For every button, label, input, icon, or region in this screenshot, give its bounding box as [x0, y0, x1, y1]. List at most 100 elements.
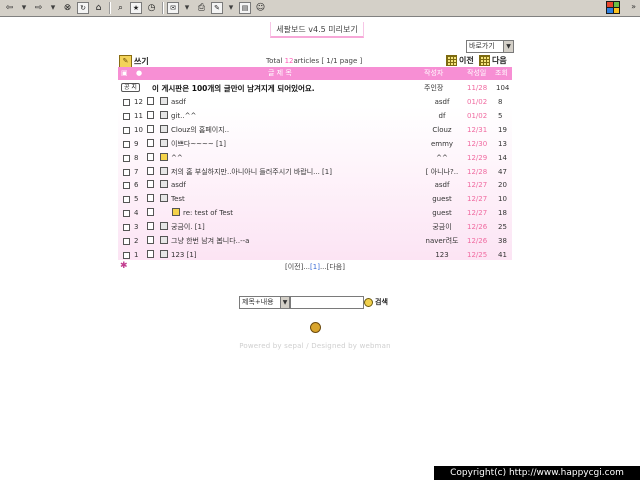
edit-icon[interactable]: ✎: [211, 2, 223, 14]
pager-next[interactable]: ...[다음]: [320, 263, 345, 271]
row-checkbox[interactable]: [123, 112, 130, 120]
post-icon: [160, 166, 168, 179]
row-title[interactable]: re: test of Test: [183, 207, 421, 220]
row-views: 38: [498, 237, 507, 245]
row-author[interactable]: 궁금이: [418, 221, 466, 234]
notice-row[interactable]: 공 지 이 게시판은 100개의 글만이 남겨지게 되어있어요. 주인장 11/…: [118, 82, 512, 95]
row-checkbox[interactable]: [123, 238, 130, 245]
table-row[interactable]: 10 Clouz의 홈페이지.. Clouz 12/31 19: [118, 124, 512, 137]
row-date: 12/28: [467, 167, 488, 176]
forward-dropdown-icon[interactable]: ▾: [48, 2, 58, 15]
row-number: 8: [134, 153, 139, 162]
row-number: 12: [134, 98, 143, 106]
jump-select-value: 바로가기: [469, 42, 495, 50]
row-author[interactable]: Clouz: [418, 124, 466, 137]
pager-prev[interactable]: [이전]...: [285, 263, 310, 271]
post-icon: [160, 179, 168, 192]
row-title[interactable]: 저의 홈 부실하지만..아니아니 들러주시기 바랍니... [1]: [171, 166, 421, 179]
document-icon: [147, 152, 154, 165]
favorites-icon[interactable]: ★: [130, 2, 142, 14]
row-author[interactable]: 123: [418, 249, 466, 262]
history-icon[interactable]: ◷: [145, 2, 158, 15]
prev-page-button[interactable]: 이전: [446, 55, 474, 66]
row-title[interactable]: Clouz의 홈페이지..: [171, 124, 421, 137]
pager-current[interactable]: [1]: [310, 263, 320, 271]
row-checkbox[interactable]: [123, 224, 130, 232]
search-icon[interactable]: ⌕: [114, 2, 127, 15]
row-checkbox[interactable]: [123, 99, 130, 106]
table-row[interactable]: 2 그냥 한번 남겨 봅니다..--a naver려도 12/26 38: [118, 235, 512, 248]
row-author[interactable]: naver려도: [418, 235, 466, 248]
search-field-select[interactable]: 제목+내용 ▼: [239, 296, 290, 309]
next-page-button[interactable]: 다음: [479, 55, 507, 66]
toolbar-separator: [109, 2, 111, 14]
row-checkbox[interactable]: [123, 168, 130, 176]
table-row[interactable]: 11 git..^^ df 01/02 5: [118, 110, 512, 123]
total-count: 12: [284, 57, 294, 65]
search-button[interactable]: 검색: [364, 297, 388, 307]
jump-select[interactable]: 바로가기 ▼: [466, 40, 514, 53]
table-row[interactable]: 1 123 [1] 123 12/25 41: [118, 249, 512, 262]
messenger-icon[interactable]: ☺: [254, 2, 267, 15]
row-title[interactable]: 123 [1]: [171, 249, 421, 262]
select-all-icon[interactable]: ▣: [121, 67, 128, 80]
refresh-icon[interactable]: ↻: [77, 2, 89, 14]
row-title[interactable]: 이쁘다~~~~ [1]: [171, 138, 421, 151]
mail-dropdown-icon[interactable]: ▾: [182, 2, 192, 15]
board-logo-icon[interactable]: [310, 322, 321, 333]
forward-icon[interactable]: ⇨: [32, 2, 45, 15]
row-title[interactable]: 궁금이. [1]: [171, 221, 421, 234]
toolbar-overflow-icon[interactable]: »: [631, 2, 636, 11]
row-checkbox[interactable]: [123, 196, 130, 204]
notice-title[interactable]: 이 게시판은 100개의 글만이 남겨지게 되어있어요.: [152, 82, 412, 95]
document-icon: [147, 207, 154, 220]
home-icon[interactable]: ⌂: [92, 2, 105, 15]
sort-icon[interactable]: ●: [136, 67, 142, 80]
search-field-value: 제목+내용: [242, 298, 274, 306]
print-icon[interactable]: ⎙: [195, 2, 208, 15]
edit-dropdown-icon[interactable]: ▾: [226, 2, 236, 15]
stop-icon[interactable]: ⊗: [61, 2, 74, 15]
row-title[interactable]: ^^: [171, 152, 421, 165]
row-title[interactable]: asdf: [171, 96, 421, 109]
row-title[interactable]: git..^^: [171, 110, 421, 123]
row-author[interactable]: df: [418, 110, 466, 123]
table-row[interactable]: 5 Test guest 12/27 10: [118, 193, 512, 206]
row-author[interactable]: asdf: [418, 179, 466, 192]
row-title[interactable]: 그냥 한번 남겨 봅니다..--a: [171, 235, 421, 248]
discuss-icon[interactable]: ▤: [239, 2, 251, 14]
row-author[interactable]: [ 아니나?..: [418, 166, 466, 179]
notice-date: 11/28: [467, 84, 488, 92]
row-date: 12/26: [467, 237, 488, 245]
table-row[interactable]: 4 re: test of Test guest 12/27 18: [118, 207, 512, 220]
mail-icon[interactable]: ✉: [167, 2, 179, 14]
table-row[interactable]: 7 저의 홈 부실하지만..아니아니 들러주시기 바랍니... [1][ 아니나?…: [118, 166, 512, 179]
row-title[interactable]: Test: [171, 193, 421, 206]
chevron-down-icon[interactable]: ▼: [280, 297, 289, 308]
row-author[interactable]: ^^: [418, 152, 466, 165]
row-title[interactable]: asdf: [171, 179, 421, 192]
row-checkbox[interactable]: [123, 154, 130, 162]
row-views: 14: [498, 153, 507, 162]
back-dropdown-icon[interactable]: ▾: [19, 2, 29, 15]
table-row[interactable]: 3 궁금이. [1] 궁금이 12/26 25: [118, 221, 512, 234]
row-checkbox[interactable]: [123, 126, 130, 134]
table-row[interactable]: 12 asdf asdf 01/02 8: [118, 96, 512, 109]
row-checkbox[interactable]: [123, 140, 130, 148]
table-row[interactable]: 9 이쁘다~~~~ [1] emmy 12/30 13: [118, 138, 512, 151]
row-author[interactable]: asdf: [418, 96, 466, 109]
search-input[interactable]: [290, 296, 364, 309]
row-checkbox[interactable]: [123, 210, 130, 218]
pagination: [이전]...[1]...[다음]: [118, 262, 512, 272]
notice-badge: 공 지: [121, 82, 140, 95]
back-icon[interactable]: ⇦: [3, 2, 16, 15]
table-row[interactable]: 6 asdf asdf 12/27 20: [118, 179, 512, 192]
row-checkbox[interactable]: [123, 182, 130, 190]
table-row[interactable]: 8 ^^ ^^ 12/29 14: [118, 152, 512, 165]
row-author[interactable]: emmy: [418, 138, 466, 151]
chevron-down-icon[interactable]: ▼: [503, 41, 513, 52]
row-checkbox[interactable]: [123, 251, 130, 259]
row-author[interactable]: guest: [418, 207, 466, 220]
browser-toolbar: ⇦ ▾ ⇨ ▾ ⊗ ↻ ⌂ ⌕ ★ ◷ ✉ ▾ ⎙ ✎ ▾ ▤ ☺ »: [0, 0, 640, 17]
row-author[interactable]: guest: [418, 193, 466, 206]
